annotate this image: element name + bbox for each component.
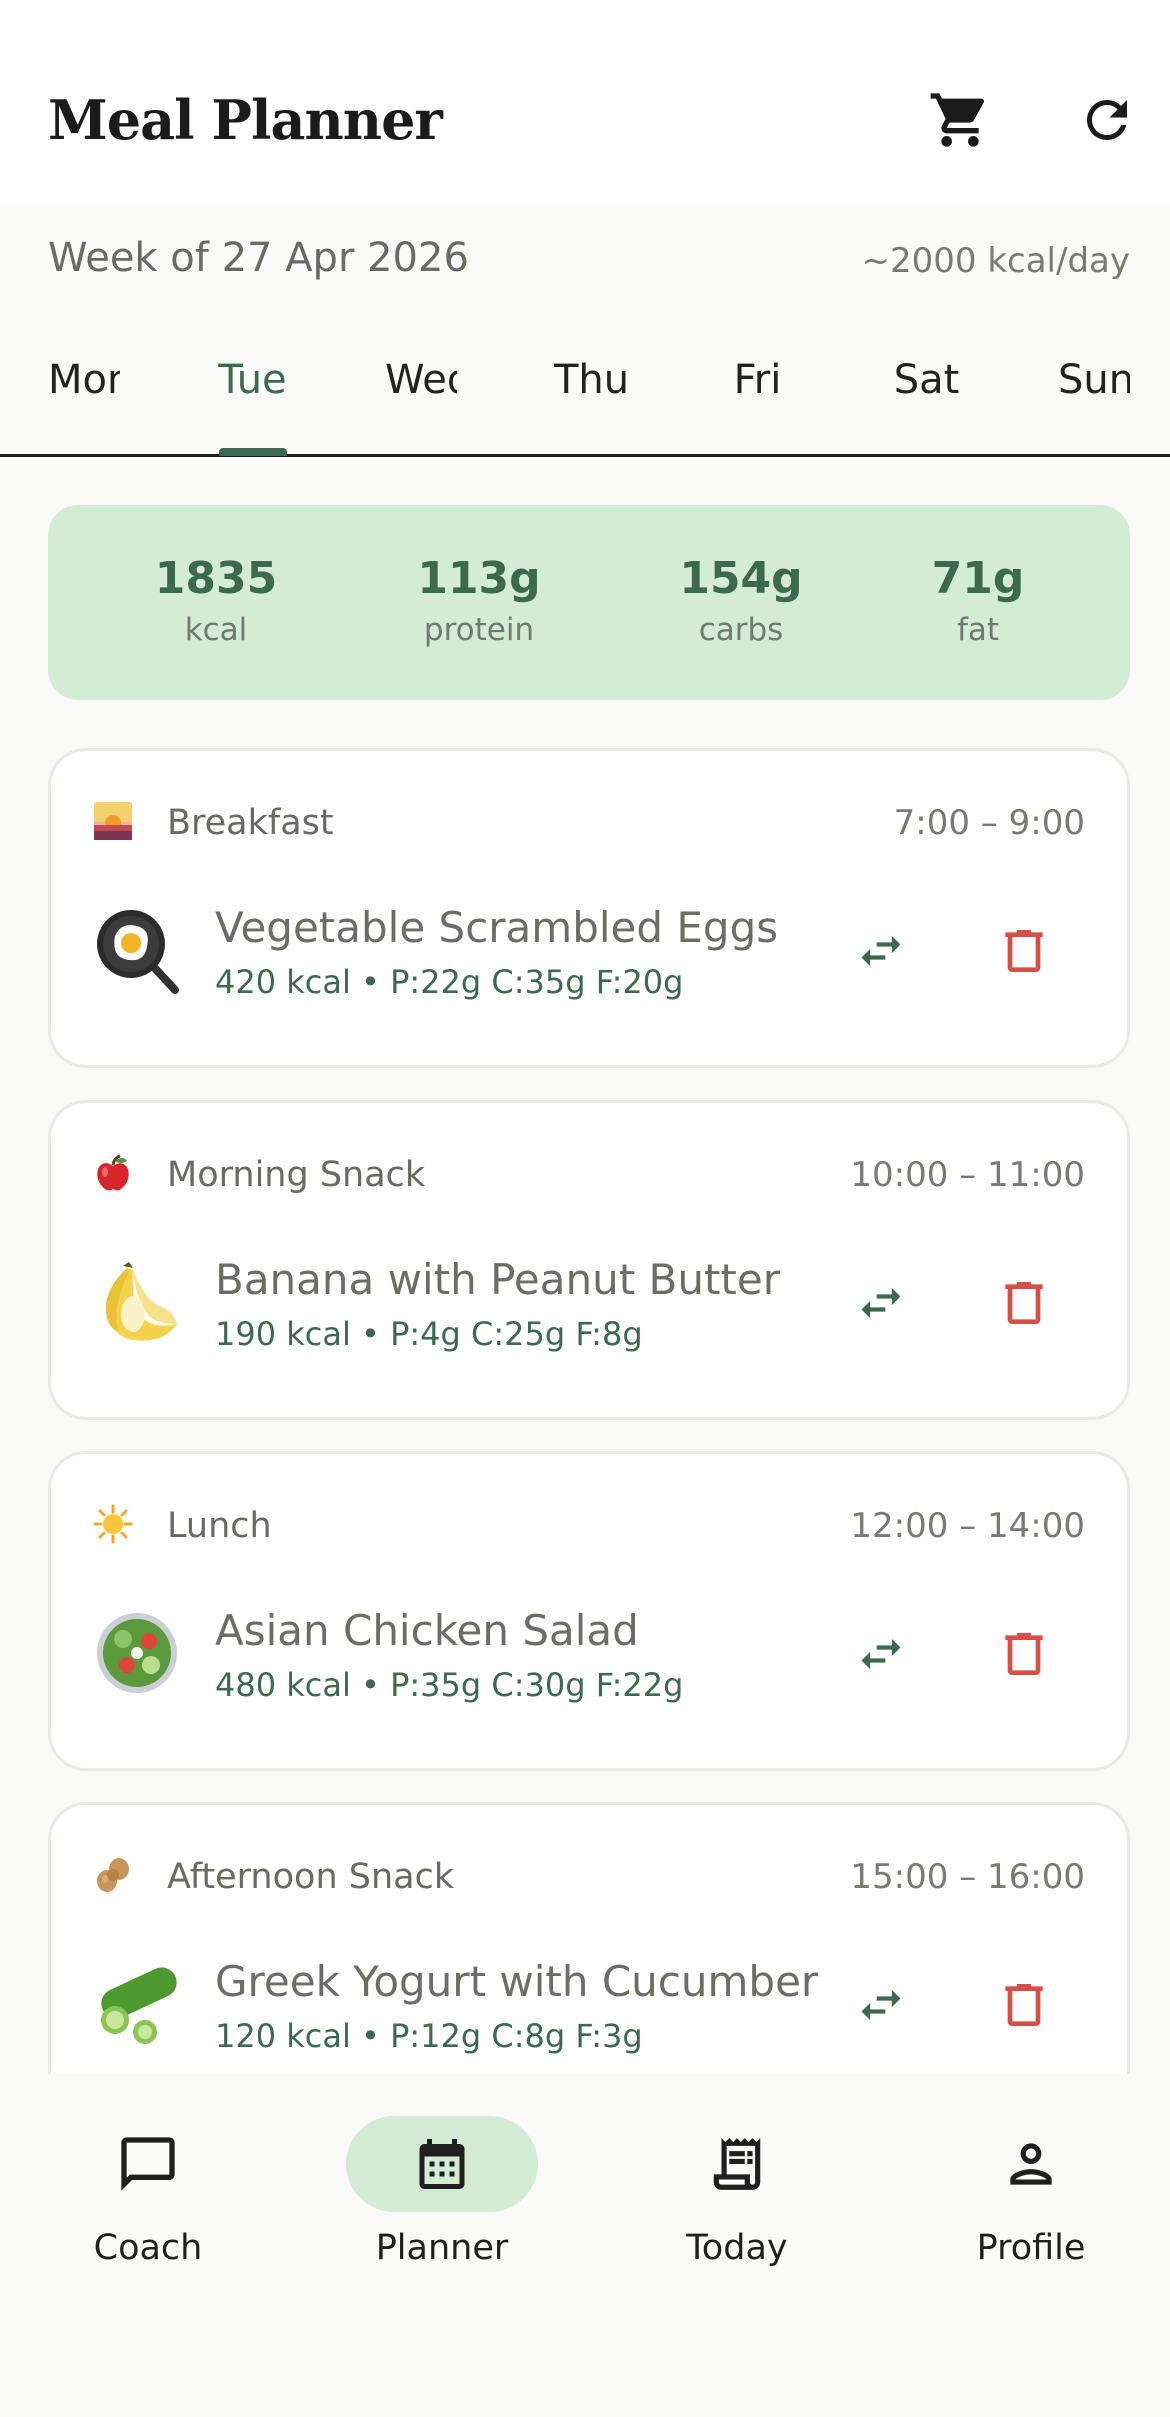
delete-meal-button[interactable] xyxy=(984,1614,1064,1694)
daily-nutrition-summary: 1835 kcal 113g protein 154g carbs 71g fa… xyxy=(48,505,1130,700)
cucumber-icon xyxy=(93,1960,181,2048)
meal-time: 7:00 – 9:00 xyxy=(893,803,1085,843)
banana-icon xyxy=(93,1258,181,1346)
peanut-icon xyxy=(93,1855,133,1895)
swap-icon xyxy=(861,1287,901,1319)
meal-card-morning-snack[interactable]: Morning Snack 10:00 – 11:00 Banana with … xyxy=(48,1100,1130,1420)
nav-pill xyxy=(52,2116,244,2212)
swap-meal-button[interactable] xyxy=(841,911,921,991)
nav-label: Profile xyxy=(976,2228,1086,2268)
tab-wednesday[interactable]: Wed xyxy=(385,357,457,415)
person-icon xyxy=(1010,2143,1052,2185)
meal-type: Breakfast xyxy=(167,803,334,843)
nav-item-profile[interactable]: Profile xyxy=(908,2116,1148,2276)
meal-time: 12:00 – 14:00 xyxy=(850,1506,1085,1546)
swap-meal-button[interactable] xyxy=(841,1263,921,1343)
swap-meal-button[interactable] xyxy=(841,1965,921,2045)
sunrise-icon xyxy=(93,801,133,841)
bottom-navigation: Coach Planner Today Profile xyxy=(0,2074,1170,2417)
nav-pill xyxy=(935,2116,1127,2212)
swap-icon xyxy=(861,1989,901,2021)
protein-label: protein xyxy=(423,612,535,648)
kcal-label: kcal xyxy=(184,612,248,648)
kcal-value: 1835 xyxy=(154,553,278,604)
meal-time: 10:00 – 11:00 xyxy=(850,1155,1085,1195)
food-name: Banana with Peanut Butter xyxy=(215,1255,781,1304)
trash-icon xyxy=(1005,1984,1043,2026)
protein-value: 113g xyxy=(417,553,541,604)
nav-label: Today xyxy=(686,2228,788,2268)
swap-icon xyxy=(861,935,901,967)
trash-icon xyxy=(1005,930,1043,972)
carbs-value: 154g xyxy=(679,553,803,604)
food-macros: 120 kcal • P:12g C:8g F:3g xyxy=(215,2017,643,2055)
food-macros: 190 kcal • P:4g C:25g F:8g xyxy=(215,1315,643,1353)
refresh-button[interactable] xyxy=(1067,80,1147,160)
tab-tuesday[interactable]: Tue xyxy=(200,357,305,415)
page-title: Meal Planner xyxy=(48,88,443,152)
apple-icon xyxy=(93,1153,133,1193)
active-tab-indicator xyxy=(219,448,287,456)
frying-pan-egg-icon xyxy=(93,906,181,994)
cart-icon xyxy=(930,93,985,147)
nav-pill-active xyxy=(346,2116,538,2212)
nav-item-coach[interactable]: Coach xyxy=(25,2116,265,2276)
summary-fat: 71g fat xyxy=(878,553,1078,648)
tab-saturday[interactable]: Sat xyxy=(874,357,979,415)
summary-kcal: 1835 kcal xyxy=(116,553,316,648)
summary-protein: 113g protein xyxy=(379,553,579,648)
week-label: Week of 27 Apr 2026 xyxy=(48,235,469,281)
daily-kcal-target: ~2000 kcal/day xyxy=(861,241,1130,281)
nav-item-today[interactable]: Today xyxy=(614,2116,854,2276)
shopping-cart-button[interactable] xyxy=(920,80,1000,160)
tab-friday[interactable]: Fri xyxy=(705,357,810,415)
fat-value: 71g xyxy=(931,553,1025,604)
calendar-icon xyxy=(419,2139,465,2189)
meal-time: 15:00 – 16:00 xyxy=(850,1857,1085,1897)
swap-icon xyxy=(861,1638,901,1670)
delete-meal-button[interactable] xyxy=(984,1263,1064,1343)
nav-label: Planner xyxy=(375,2228,509,2268)
food-macros: 420 kcal • P:22g C:35g F:20g xyxy=(215,963,684,1001)
tab-thursday[interactable]: Thu xyxy=(554,357,626,415)
food-name: Greek Yogurt with Cucumber xyxy=(215,1957,819,2006)
day-tabs: Mon Tue Wed Thu Fri Sat Sun xyxy=(0,315,1170,457)
delete-meal-button[interactable] xyxy=(984,911,1064,991)
receipt-icon xyxy=(713,2138,761,2190)
week-header: Week of 27 Apr 2026 ~2000 kcal/day xyxy=(0,205,1170,315)
tab-sunday[interactable]: Sun xyxy=(1058,357,1130,415)
tab-monday[interactable]: Mon xyxy=(48,357,120,415)
swap-meal-button[interactable] xyxy=(841,1614,921,1694)
sun-icon xyxy=(93,1504,133,1544)
meal-card-lunch[interactable]: Lunch 12:00 – 14:00 Asian Chicken Salad … xyxy=(48,1451,1130,1771)
fat-label: fat xyxy=(956,612,1000,648)
nav-label: Coach xyxy=(93,2228,203,2268)
meal-card-breakfast[interactable]: Breakfast 7:00 – 9:00 Vegetable Scramble… xyxy=(48,748,1130,1068)
carbs-label: carbs xyxy=(698,612,784,648)
refresh-icon xyxy=(1087,100,1127,140)
trash-icon xyxy=(1005,1633,1043,1675)
food-name: Vegetable Scrambled Eggs xyxy=(215,903,779,952)
meal-type: Morning Snack xyxy=(167,1155,426,1195)
nav-item-planner[interactable]: Planner xyxy=(319,2116,559,2276)
meal-type: Lunch xyxy=(167,1506,272,1546)
chat-icon xyxy=(121,2137,175,2191)
meal-type: Afternoon Snack xyxy=(167,1857,455,1897)
salad-icon xyxy=(93,1609,181,1697)
nav-pill xyxy=(641,2116,833,2212)
trash-icon xyxy=(1005,1282,1043,1324)
food-macros: 480 kcal • P:35g C:30g F:22g xyxy=(215,1666,684,1704)
summary-carbs: 154g carbs xyxy=(641,553,841,648)
delete-meal-button[interactable] xyxy=(984,1965,1064,2045)
app-bar: Meal Planner xyxy=(0,0,1170,205)
food-name: Asian Chicken Salad xyxy=(215,1606,639,1655)
